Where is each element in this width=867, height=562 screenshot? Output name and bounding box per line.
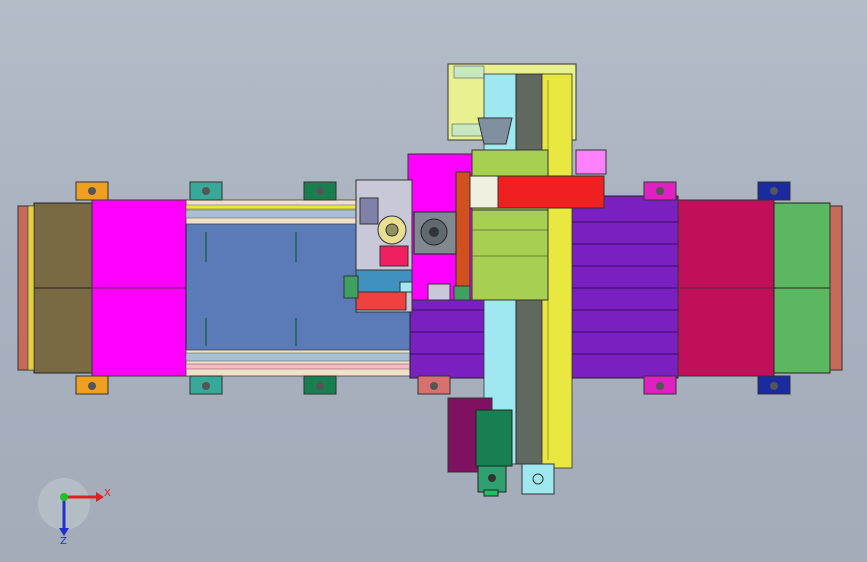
light-green-slide-bottom (471, 209, 549, 301)
orange-slide (455, 171, 471, 299)
foot-bot-4 (417, 375, 451, 395)
right-end-cap (829, 205, 843, 371)
drive-motor (475, 409, 513, 467)
bottom-mount (521, 463, 555, 495)
foot-top-2 (189, 181, 223, 201)
foot-top-1 (75, 181, 109, 201)
cad-viewport[interactable]: X Z (0, 0, 867, 562)
foot-bot-2 (189, 375, 223, 395)
foot-top-5 (757, 181, 791, 201)
y-axis-dot (60, 493, 68, 501)
foot-bot-3 (303, 375, 337, 395)
foot-bot-6 (757, 375, 791, 395)
foot-top-3 (303, 181, 337, 201)
cad-model-view[interactable]: X Z (0, 0, 867, 562)
x-axis-label: X (104, 488, 111, 499)
foot-top-4 (643, 181, 677, 201)
coordinate-triad: X Z (38, 478, 111, 547)
foot-bot-1 (75, 375, 109, 395)
red-arm (495, 175, 605, 209)
z-axis-label: Z (60, 536, 67, 547)
foot-bot-5 (643, 375, 677, 395)
funnel-part (477, 117, 513, 145)
